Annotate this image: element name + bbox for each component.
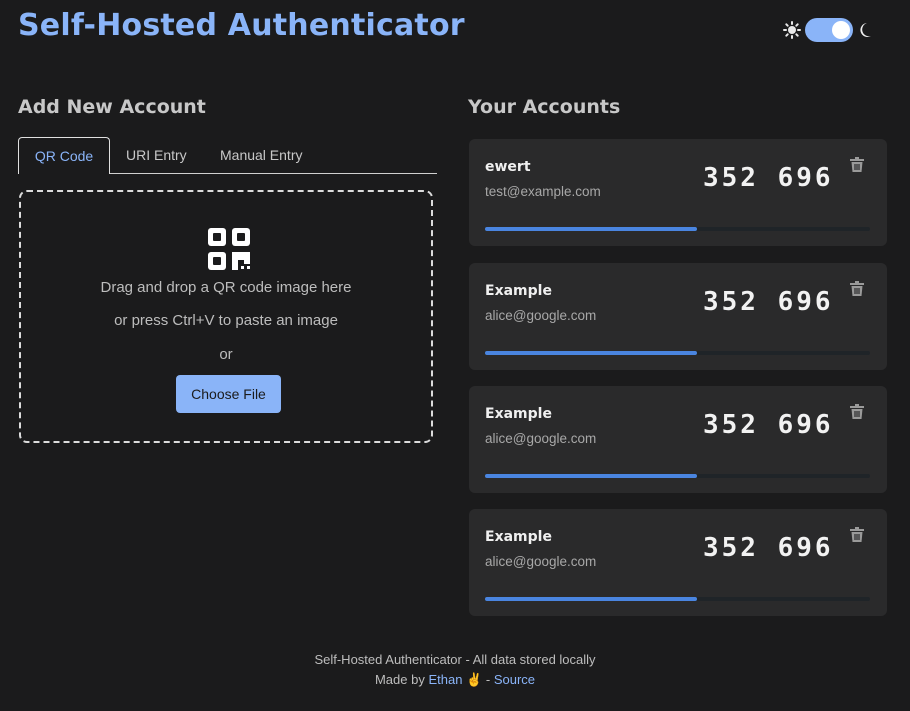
your-accounts-title: Your Accounts xyxy=(468,96,621,118)
footer-note: Self-Hosted Authenticator - All data sto… xyxy=(314,652,596,667)
account-card: Example alice@google.com 352 696 xyxy=(469,263,887,370)
account-name: Example xyxy=(485,406,552,422)
moon-icon xyxy=(857,21,873,39)
countdown-progress xyxy=(485,227,697,231)
dark-mode-toggle[interactable] xyxy=(805,18,853,42)
author-link[interactable]: Ethan xyxy=(428,672,462,687)
account-email: alice@google.com xyxy=(485,554,597,569)
tab-qr-code[interactable]: QR Code xyxy=(18,137,110,174)
add-method-tabs: QR Code URI Entry Manual Entry xyxy=(18,137,437,174)
account-email: test@example.com xyxy=(485,184,601,199)
dropzone-instructions: Drag and drop a QR code image here xyxy=(100,279,352,296)
account-card: ewert test@example.com 352 696 xyxy=(469,139,887,246)
add-account-title: Add New Account xyxy=(18,96,206,118)
progress-track xyxy=(485,227,870,231)
footer-separator: - xyxy=(485,672,491,687)
progress-track xyxy=(485,474,870,478)
tab-uri-entry[interactable]: URI Entry xyxy=(126,137,187,173)
dropzone-paste-hint: or press Ctrl+V to paste an image xyxy=(114,312,338,329)
choose-file-button[interactable]: Choose File xyxy=(176,375,281,413)
qr-code-icon xyxy=(208,228,252,270)
countdown-progress xyxy=(485,597,697,601)
dropzone-or: or xyxy=(219,346,233,363)
trash-icon[interactable] xyxy=(850,281,864,297)
totp-code[interactable]: 352 696 xyxy=(703,287,834,317)
account-name: ewert xyxy=(485,159,531,175)
countdown-progress xyxy=(485,474,697,478)
trash-icon[interactable] xyxy=(850,404,864,420)
qr-dropzone[interactable]: Drag and drop a QR code image here or pr… xyxy=(19,190,433,443)
account-card: Example alice@google.com 352 696 xyxy=(469,509,887,616)
made-by-label: Made by xyxy=(374,672,425,687)
trash-icon[interactable] xyxy=(850,527,864,543)
account-name: Example xyxy=(485,283,552,299)
toggle-knob xyxy=(832,21,850,39)
progress-track xyxy=(485,351,870,355)
footer-credits: Made by Ethan ✌ - Source xyxy=(0,672,910,688)
source-link[interactable]: Source xyxy=(494,672,535,687)
trash-icon[interactable] xyxy=(850,157,864,173)
totp-code[interactable]: 352 696 xyxy=(703,163,834,193)
tab-manual-entry[interactable]: Manual Entry xyxy=(220,137,302,173)
theme-toggle xyxy=(783,18,873,42)
totp-code[interactable]: 352 696 xyxy=(703,410,834,440)
progress-track xyxy=(485,597,870,601)
sun-icon xyxy=(783,21,801,39)
totp-code[interactable]: 352 696 xyxy=(703,533,834,563)
account-name: Example xyxy=(485,529,552,545)
victory-hand-icon: ✌ xyxy=(466,672,483,687)
account-email: alice@google.com xyxy=(485,431,597,446)
account-email: alice@google.com xyxy=(485,308,597,323)
account-card: Example alice@google.com 352 696 xyxy=(469,386,887,493)
countdown-progress xyxy=(485,351,697,355)
app-title: Self-Hosted Authenticator xyxy=(18,8,465,43)
